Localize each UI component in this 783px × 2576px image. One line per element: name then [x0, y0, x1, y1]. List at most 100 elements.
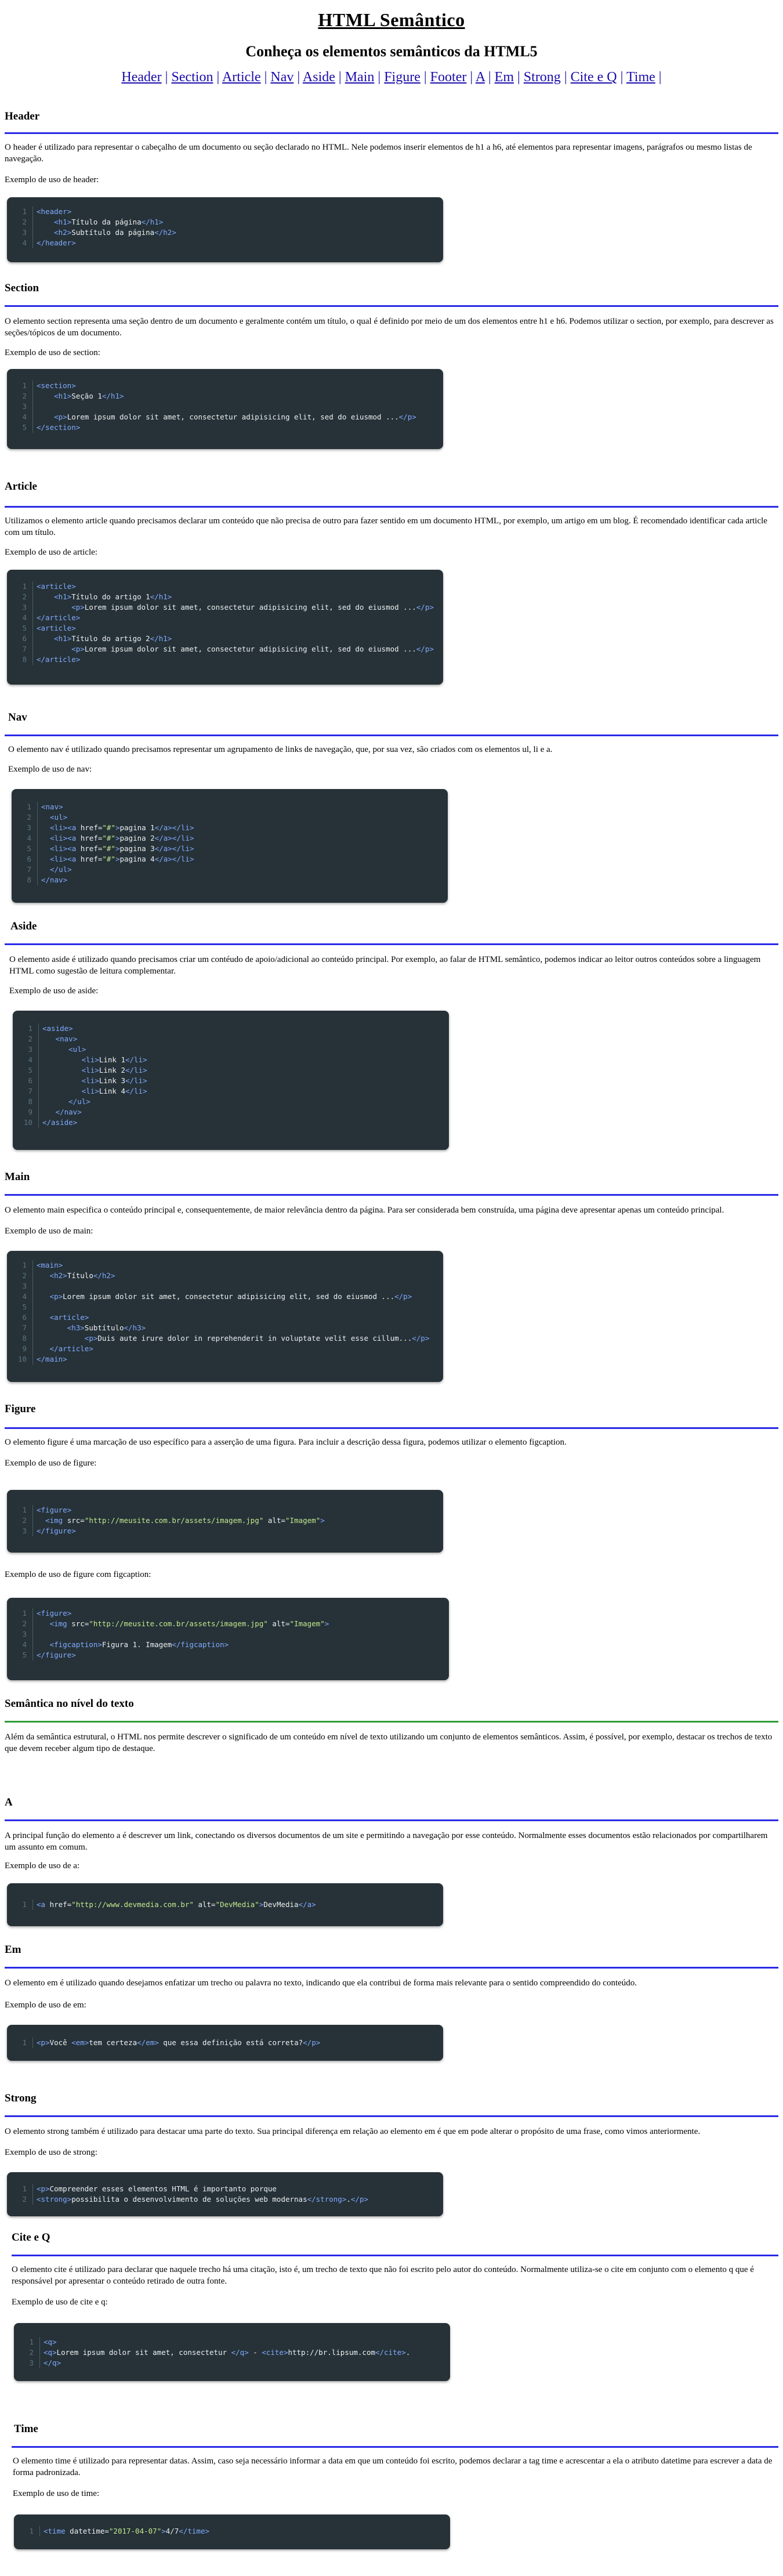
section-title-aside: Aside — [10, 920, 37, 932]
nav-link-article[interactable]: Article — [222, 70, 261, 85]
line-number: 9 — [28, 1108, 32, 1116]
code-text: <img src="http://meusite.com.br/assets/i… — [32, 1619, 329, 1629]
code-text: <nav> — [37, 802, 63, 812]
code-line: 5 — [14, 1302, 437, 1312]
section-divider — [5, 735, 778, 736]
example-label: Exemplo de uso de section: — [5, 348, 100, 357]
code-text: <p>Duis aute irure dolor in reprehenderi… — [32, 1333, 429, 1344]
nav-link-em[interactable]: Em — [495, 70, 514, 85]
line-number: 4 — [22, 413, 27, 421]
code-line: 4 <li>Link 1</li> — [20, 1055, 443, 1065]
code-text: <a href="http://www.devmedia.com.br" alt… — [32, 1900, 316, 1910]
code-line: 1 <section> — [14, 381, 437, 391]
line-number: 3 — [22, 603, 27, 612]
section-divider — [12, 2446, 778, 2448]
code-text: <li><a href="#">pagina 3</a></li> — [37, 844, 194, 854]
code-block-article: 1 <article> 2 <h1>Título do artigo 1</h1> 3… — [7, 570, 443, 685]
code-text: <p>Lorem ipsum dolor sit amet, consectet… — [32, 1291, 412, 1302]
section-text: O elemento figure é uma marcação de uso … — [5, 1438, 567, 1447]
code-text: <p>Lorem ipsum dolor sit amet, consectet… — [32, 644, 434, 654]
nav-link-section[interactable]: Section — [171, 70, 213, 85]
line-number: 4 — [22, 1292, 27, 1301]
code-line: 3 </figure> — [14, 1526, 437, 1536]
code-block-main: 1 <main> 2 <h2>Título</h2> 3 4 <p>Lorem ipsu… — [7, 1251, 443, 1382]
section-text: Além da semântica estrutural, o HTML nos… — [5, 1732, 773, 1753]
code-text: <h1>Título da página</h1> — [32, 217, 163, 227]
nav-link-strong[interactable]: Strong — [524, 70, 561, 85]
section-divider — [5, 1721, 778, 1723]
code-text: <li><a href="#">pagina 1</a></li> — [37, 823, 194, 833]
line-number: 1 — [28, 1024, 32, 1033]
line-number: 3 — [22, 1526, 27, 1535]
code-text: <li><a href="#">pagina 4</a></li> — [37, 854, 194, 864]
line-number: 6 — [22, 1313, 27, 1322]
nav-separator: | — [161, 70, 172, 85]
section-divider — [5, 1427, 778, 1429]
line-number: 7 — [28, 1087, 32, 1095]
code-text: </ul> — [37, 864, 72, 875]
line-number: 10 — [23, 1118, 32, 1127]
section-title-a: A — [5, 1796, 13, 1808]
line-number: 2 — [22, 1516, 27, 1525]
nav-link-main[interactable]: Main — [345, 70, 375, 85]
line-number: 1 — [22, 207, 27, 216]
code-text: </main> — [32, 1354, 67, 1365]
code-block-figcaption: 1 <figure> 2 <img src="http://meusite.com.… — [7, 1598, 449, 1680]
code-text: <q>Lorem ipsum dolor sit amet, consectet… — [39, 2347, 410, 2358]
code-text: </nav> — [38, 1107, 82, 1117]
nav-link-cite-e-q[interactable]: Cite e Q — [571, 70, 617, 85]
code-line: 3 <h2>Subtítulo da página</h2> — [14, 227, 437, 238]
code-line: 5 </section> — [14, 422, 437, 433]
nav-link-figure[interactable]: Figure — [384, 70, 420, 85]
nav-link-time[interactable]: Time — [626, 70, 655, 85]
code-line: 1 <aside> — [20, 1023, 443, 1034]
code-text: </article> — [32, 654, 80, 665]
section-title-em: Em — [5, 1944, 21, 1956]
code-text: </figure> — [32, 1526, 76, 1536]
code-line: 9 </nav> — [20, 1107, 443, 1117]
code-text: <strong>possibilita o desenvolvimento de… — [32, 2194, 368, 2205]
nav-link-aside[interactable]: Aside — [303, 70, 335, 85]
code-text: <ul> — [37, 812, 67, 823]
line-number: 2 — [28, 1034, 32, 1043]
code-line: 1 <figure> — [14, 1505, 437, 1515]
code-line: 6 <li>Link 3</li> — [20, 1076, 443, 1086]
code-block-cite: 1 <q> 2 <q>Lorem ipsum dolor sit amet, cons… — [14, 2323, 450, 2381]
section-divider — [5, 1819, 778, 1821]
code-text: <aside> — [38, 1023, 73, 1034]
example-label: Exemplo de uso de em: — [5, 2000, 86, 2010]
example-label: Exemplo de uso de figure: — [5, 1459, 97, 1468]
nav-link-a[interactable]: A — [476, 70, 485, 85]
line-number: 1 — [29, 2338, 34, 2346]
code-line: 2 <ul> — [19, 812, 442, 823]
section-title-strong: Strong — [5, 2092, 37, 2104]
code-text: <h3>Subtítulo</h3> — [32, 1323, 146, 1333]
line-number: 3 — [22, 228, 27, 237]
code-text: <main> — [32, 1260, 63, 1271]
line-number: 4 — [27, 834, 31, 842]
line-number: 2 — [22, 392, 27, 400]
nav-link-nav[interactable]: Nav — [270, 70, 293, 85]
line-number: 9 — [22, 1344, 27, 1353]
nav-link-header[interactable]: Header — [121, 70, 161, 85]
line-number: 7 — [22, 1323, 27, 1332]
code-text: <p>Lorem ipsum dolor sit amet, consectet… — [32, 412, 416, 422]
line-number: 5 — [22, 1651, 27, 1659]
example-label: Exemplo de uso de aside: — [9, 986, 99, 996]
code-text: <li><a href="#">pagina 2</a></li> — [37, 833, 194, 844]
code-line: 8 </nav> — [19, 875, 442, 885]
code-line: 4 <p>Lorem ipsum dolor sit amet, consect… — [14, 1291, 437, 1302]
example-label: Exemplo de uso de cite e q: — [12, 2298, 108, 2307]
code-line: 2 <h2>Título</h2> — [14, 1271, 437, 1281]
line-number: 2 — [22, 1619, 27, 1628]
code-line: 4 </header> — [14, 238, 437, 248]
code-text: </q> — [39, 2358, 61, 2368]
nav-separator: | — [617, 70, 626, 85]
nav-link-footer[interactable]: Footer — [430, 70, 467, 85]
code-text: <li>Link 1</li> — [38, 1055, 147, 1065]
section-text: O header é utilizado para representar o … — [5, 143, 752, 164]
code-line: 4 <p>Lorem ipsum dolor sit amet, consect… — [14, 412, 437, 422]
code-line: 3 <p>Lorem ipsum dolor sit amet, consect… — [14, 602, 437, 613]
code-block-header: 1 <header> 2 <h1>Título da página</h1> 3 <h… — [7, 197, 443, 262]
code-line: 6 <h1>Título do artigo 2</h1> — [14, 634, 437, 644]
